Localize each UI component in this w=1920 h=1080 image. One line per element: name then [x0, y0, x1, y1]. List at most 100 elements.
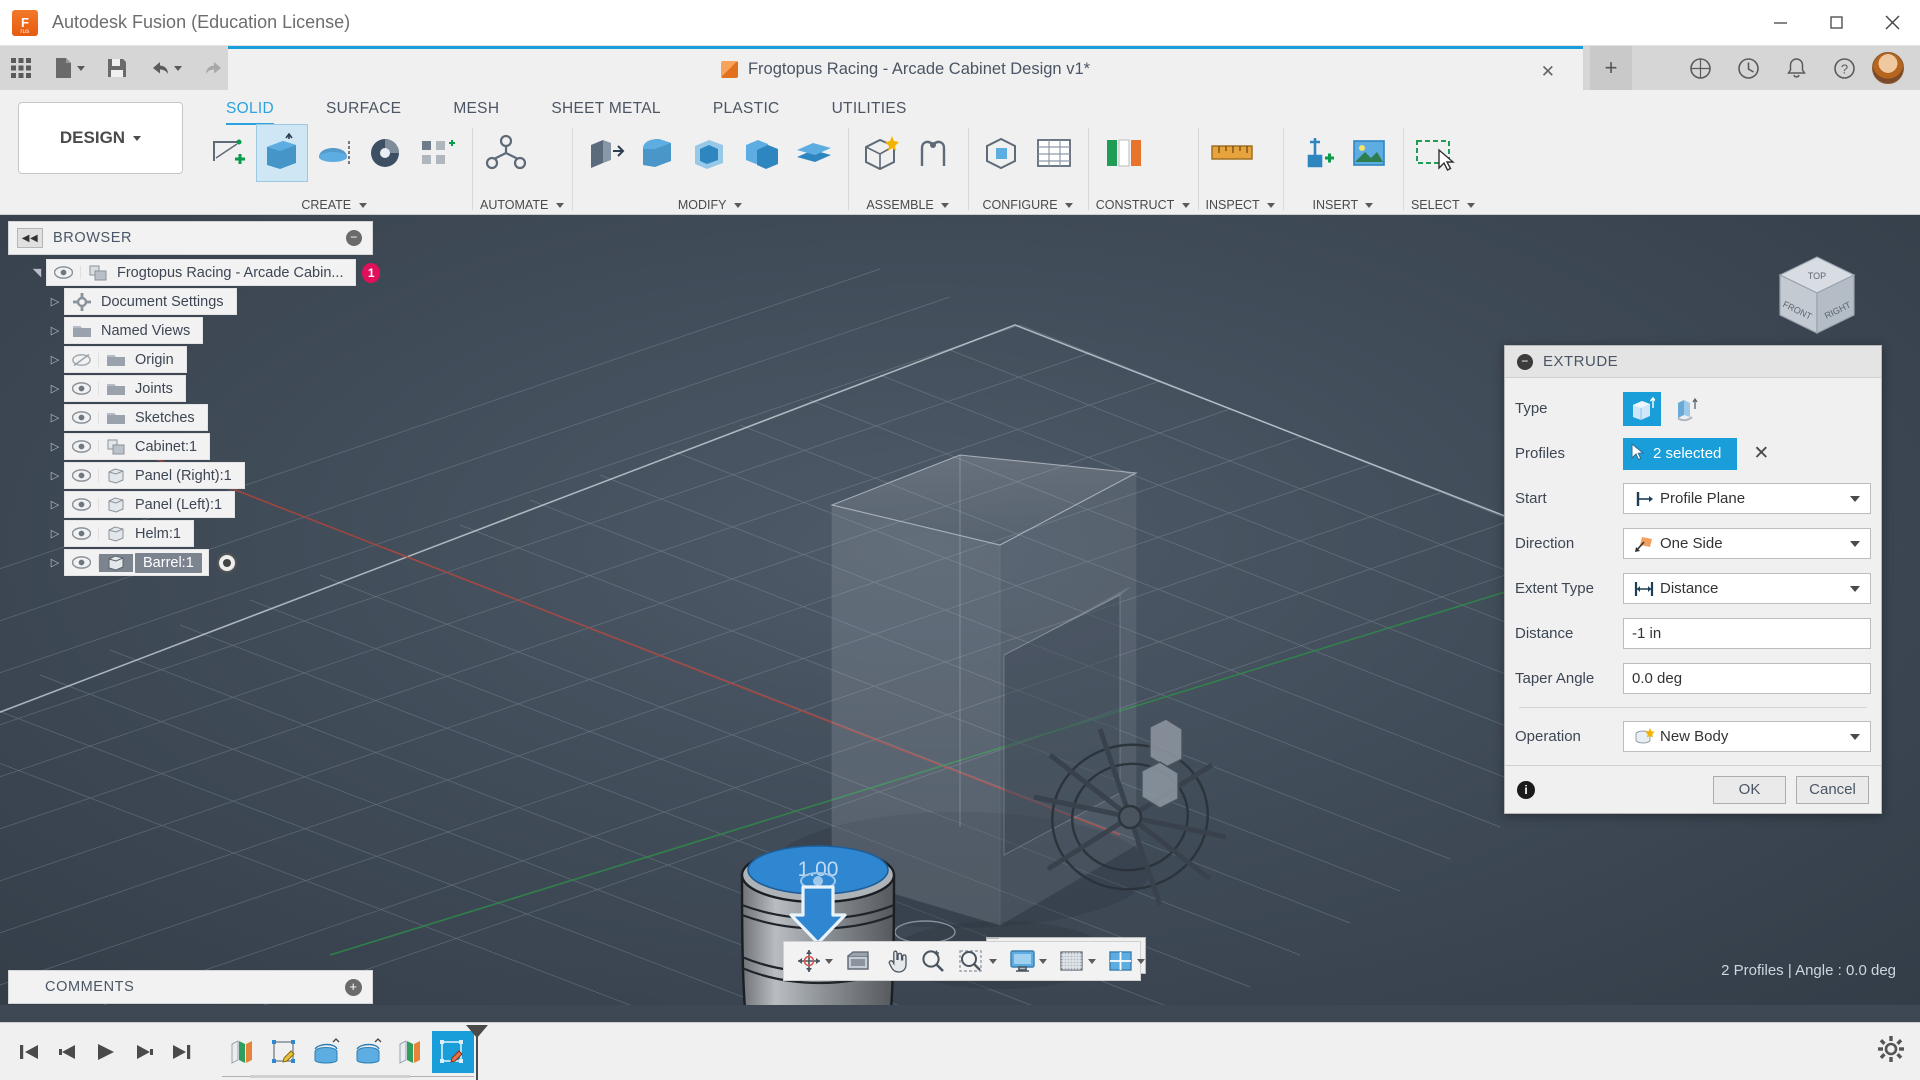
visibility-eye-icon[interactable] — [65, 527, 99, 540]
visibility-eye-icon[interactable] — [65, 411, 99, 424]
timeline-feature-extrude[interactable] — [306, 1031, 348, 1073]
create-sketch-icon[interactable] — [204, 124, 256, 182]
tree-row-joints[interactable]: ▷ Joints — [0, 374, 380, 403]
expand-triangle-icon[interactable]: ▷ — [46, 411, 64, 424]
tree-row-root[interactable]: ◥ Frogtopus Racing - Arcade Cabin... 1 — [0, 258, 380, 287]
viewports-icon[interactable] — [1102, 942, 1151, 980]
tree-row-origin[interactable]: ▷ Origin — [0, 345, 380, 374]
display-settings-icon[interactable] — [1003, 942, 1053, 980]
expand-triangle-icon[interactable]: ▷ — [46, 324, 64, 337]
pan-icon[interactable] — [877, 942, 914, 980]
expand-triangle-icon[interactable]: ▷ — [46, 527, 64, 540]
clear-selection-icon[interactable]: ✕ — [1753, 442, 1769, 465]
panel-create-label[interactable]: CREATE — [204, 198, 464, 214]
visibility-eye-icon[interactable] — [65, 440, 99, 453]
workspace-switcher[interactable]: DESIGN — [18, 102, 183, 174]
step-back-icon[interactable] — [48, 1032, 86, 1072]
go-to-beginning-icon[interactable] — [10, 1032, 48, 1072]
help-icon[interactable]: ? — [1820, 46, 1868, 90]
job-status-icon[interactable] — [1724, 46, 1772, 90]
panel-inspect-label[interactable]: INSPECT — [1206, 198, 1275, 214]
selected-indicator-icon[interactable] — [216, 552, 237, 573]
notifications-icon[interactable] — [1772, 46, 1820, 90]
step-forward-icon[interactable] — [124, 1032, 162, 1072]
timeline-feature-component[interactable] — [222, 1031, 264, 1073]
ok-button[interactable]: OK — [1713, 775, 1786, 804]
look-at-icon[interactable] — [839, 942, 877, 980]
timeline-feature-component[interactable] — [390, 1031, 432, 1073]
collapse-left-icon[interactable]: ◀◀ — [17, 228, 43, 248]
joint-icon[interactable] — [908, 124, 960, 182]
panel-automate-label[interactable]: AUTOMATE — [480, 198, 564, 214]
expand-triangle-icon[interactable]: ▷ — [46, 498, 64, 511]
fillet-icon[interactable] — [632, 124, 684, 182]
automate-icon[interactable] — [480, 124, 532, 182]
visibility-eye-icon[interactable] — [47, 266, 81, 279]
close-tab-icon[interactable]: ✕ — [1541, 62, 1555, 82]
operation-dropdown[interactable]: New Body — [1623, 721, 1871, 752]
offset-plane-icon[interactable] — [1096, 124, 1148, 182]
avatar[interactable] — [1872, 52, 1904, 84]
extrude-solid-icon[interactable] — [1623, 391, 1661, 426]
cancel-button[interactable]: Cancel — [1796, 775, 1869, 804]
expand-triangle-icon[interactable]: ▷ — [46, 440, 64, 453]
start-dropdown[interactable]: Profile Plane — [1623, 483, 1871, 514]
view-cube[interactable]: TOP FRONT RIGHT — [1762, 237, 1872, 347]
expand-triangle-icon[interactable]: ▷ — [46, 353, 64, 366]
timeline-feature-sketch[interactable] — [264, 1031, 306, 1073]
expand-triangle-icon[interactable]: ▷ — [46, 469, 64, 482]
timeline-playhead-stem[interactable] — [476, 1034, 478, 1080]
new-component-icon[interactable] — [856, 124, 908, 182]
tree-row-named-views[interactable]: ▷ Named Views — [0, 316, 380, 345]
visibility-eye-icon[interactable] — [65, 382, 99, 395]
press-pull-icon[interactable] — [580, 124, 632, 182]
tree-row-barrel[interactable]: ▷ Barrel:1 — [0, 548, 380, 577]
maximize-icon[interactable] — [1808, 0, 1864, 46]
add-comment-icon[interactable]: + — [345, 978, 362, 996]
extrude-icon[interactable] — [256, 124, 308, 182]
measure-icon[interactable] — [1206, 124, 1258, 182]
new-tab-button[interactable]: + — [1590, 46, 1632, 90]
save-icon[interactable] — [96, 46, 138, 90]
visibility-eye-icon[interactable] — [65, 556, 99, 569]
panel-configure-label[interactable]: CONFIGURE — [976, 198, 1080, 214]
document-tab[interactable]: Frogtopus Racing - Arcade Cabinet Design… — [228, 46, 1583, 90]
select-window-icon[interactable] — [1411, 124, 1463, 182]
insert-mcmaster-icon[interactable] — [1291, 124, 1343, 182]
panel-insert-label[interactable]: INSERT — [1291, 198, 1395, 214]
visibility-eye-hidden-icon[interactable] — [65, 352, 99, 367]
grid-snap-icon[interactable] — [1053, 942, 1102, 980]
collapse-dialog-icon[interactable]: − — [1517, 353, 1533, 370]
insert-canvas-icon[interactable] — [1343, 124, 1395, 182]
extrude-dialog-header[interactable]: − EXTRUDE — [1505, 346, 1881, 378]
minimize-icon[interactable] — [1752, 0, 1808, 46]
expand-triangle-icon[interactable]: ◥ — [28, 266, 46, 279]
configure-icon[interactable] — [976, 124, 1028, 182]
panel-construct-label[interactable]: CONSTRUCT — [1096, 198, 1190, 214]
close-icon[interactable] — [1864, 0, 1920, 46]
play-icon[interactable] — [86, 1032, 124, 1072]
extrude-thin-icon[interactable] — [1667, 392, 1705, 426]
tree-row-document-settings[interactable]: ▷ Document Settings — [0, 287, 380, 316]
new-file-icon[interactable] — [42, 46, 96, 90]
orbit-icon[interactable] — [790, 942, 839, 980]
panel-assemble-label[interactable]: ASSEMBLE — [856, 198, 960, 214]
panel-select-label[interactable]: SELECT — [1411, 198, 1475, 214]
tree-row-helm[interactable]: ▷ Helm:1 — [0, 519, 380, 548]
combine-icon[interactable] — [736, 124, 788, 182]
timeline-scroll-track[interactable] — [250, 1075, 410, 1078]
pattern-icon[interactable] — [412, 124, 464, 182]
extent-type-dropdown[interactable]: Distance — [1623, 573, 1871, 604]
settings-gear-icon[interactable] — [1878, 1036, 1904, 1067]
visibility-eye-icon[interactable] — [65, 498, 99, 511]
extensions-icon[interactable] — [1676, 46, 1724, 90]
tree-row-panel-left[interactable]: ▷ Panel (Left):1 — [0, 490, 380, 519]
revolve-icon[interactable] — [308, 124, 360, 182]
zoom-window-icon[interactable] — [952, 942, 1003, 980]
profiles-selection-button[interactable]: 2 selected — [1623, 437, 1738, 470]
comments-panel-header[interactable]: COMMENTS + — [8, 970, 373, 1004]
go-to-end-icon[interactable] — [162, 1032, 200, 1072]
direction-dropdown[interactable]: One Side — [1623, 528, 1871, 559]
timeline-feature-extrude[interactable] — [348, 1031, 390, 1073]
hole-icon[interactable] — [360, 124, 412, 182]
